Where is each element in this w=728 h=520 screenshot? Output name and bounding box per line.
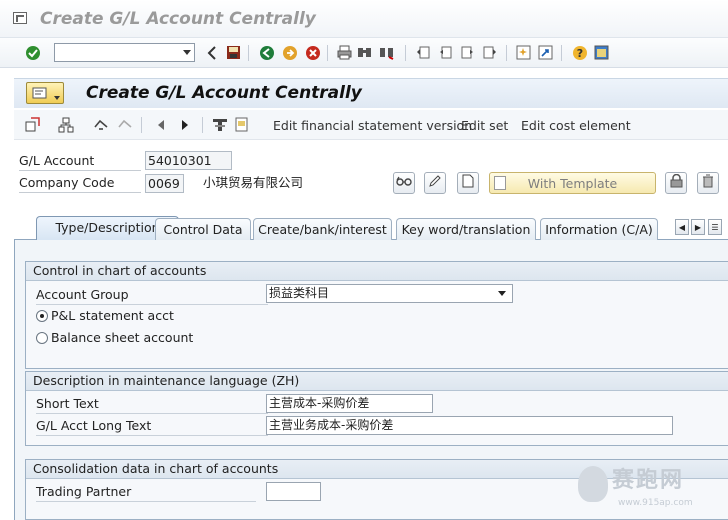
description-group-title: Description in maintenance language (ZH) [26, 372, 728, 391]
toolbar-separator [506, 45, 507, 61]
new-document-icon [462, 174, 474, 192]
window-menu-icon[interactable] [13, 12, 27, 24]
application-toolbar: Edit financial statement version Edit se… [14, 110, 728, 140]
system-toolbar: ? [0, 38, 728, 68]
lock-icon [670, 173, 683, 192]
glasses-button[interactable] [393, 172, 415, 194]
short-text-label: Short Text [36, 394, 268, 414]
lock-button[interactable] [665, 172, 687, 194]
chevron-down-icon[interactable] [498, 291, 506, 296]
edit-cost-element-button[interactable]: Edit cost element [521, 118, 631, 133]
screen-title: Create G/L Account Centrally [86, 83, 362, 103]
edit-set-button[interactable]: Edit set [461, 118, 508, 133]
glasses-icon [396, 175, 412, 191]
find-icon[interactable] [356, 44, 373, 61]
where-used-icon[interactable] [116, 116, 133, 133]
tab-key-word-translation[interactable]: Key word/translation [396, 218, 536, 240]
edit-fs-version-button[interactable]: Edit financial statement version [273, 118, 472, 133]
pl-statement-radio[interactable]: P&L statement acct [36, 307, 174, 325]
tab-list-button[interactable]: ☰ [708, 219, 722, 235]
radio-selected-icon [36, 310, 48, 322]
chevron-down-icon [54, 96, 60, 100]
shortcut-icon[interactable] [537, 44, 554, 61]
cancel-icon[interactable] [304, 44, 321, 61]
gl-account-label: G/L Account [19, 151, 141, 171]
tab-control-data[interactable]: Control Data [155, 218, 251, 240]
delete-button[interactable] [697, 172, 719, 194]
svg-text:?: ? [576, 47, 582, 60]
create-button[interactable] [457, 172, 479, 194]
display-change-icon[interactable] [24, 116, 41, 133]
company-code-field[interactable]: 0069 [145, 174, 184, 193]
back-green-icon[interactable] [258, 44, 275, 61]
long-text-field[interactable]: 主营业务成本-采购价差 [266, 416, 673, 435]
hierarchy-icon[interactable] [57, 116, 74, 133]
with-template-label: With Template [527, 176, 618, 191]
toolbar-separator [327, 45, 328, 61]
screen-menu-button[interactable] [26, 82, 64, 104]
screen-header: Create G/L Account Centrally [14, 78, 728, 108]
exit-icon[interactable] [281, 44, 298, 61]
previous-page-icon[interactable] [437, 44, 454, 61]
trash-icon [702, 174, 714, 192]
chevron-down-icon[interactable] [183, 50, 191, 55]
enter-icon[interactable] [24, 44, 41, 61]
with-template-button[interactable]: With Template [489, 172, 656, 194]
balance-sheet-label: Balance sheet account [51, 330, 194, 345]
first-page-icon[interactable] [415, 44, 432, 61]
edit-fs-version-icon[interactable] [211, 116, 228, 133]
tab-create-bank-interest[interactable]: Create/bank/interest [253, 218, 392, 240]
gl-account-field[interactable]: 54010301 [145, 151, 232, 170]
last-page-icon[interactable] [481, 44, 498, 61]
save-icon[interactable] [225, 44, 242, 61]
company-code-label: Company Code [19, 173, 141, 193]
balance-sheet-radio[interactable]: Balance sheet account [36, 329, 193, 347]
next-icon[interactable] [176, 116, 193, 133]
toolbar-separator [405, 45, 406, 61]
control-group: Control in chart of accounts Account Gro… [25, 261, 728, 369]
control-group-title: Control in chart of accounts [26, 262, 728, 281]
tab-scroll-right-button[interactable]: ▶ [691, 219, 705, 235]
next-page-icon[interactable] [459, 44, 476, 61]
find-next-icon[interactable] [378, 44, 395, 61]
toolbar-separator [561, 45, 562, 61]
edit-button[interactable] [424, 172, 446, 194]
menu-icon [32, 86, 48, 103]
trading-partner-field[interactable] [266, 482, 321, 501]
print-icon[interactable] [336, 44, 353, 61]
watermark: 赛跑网 www.915ap.com [576, 462, 726, 516]
account-group-label: Account Group [36, 285, 268, 305]
toolbar-separator [202, 117, 203, 133]
back-icon[interactable] [203, 44, 220, 61]
window-title: Create G/L Account Centrally [40, 9, 316, 29]
pl-statement-label: P&L statement acct [51, 308, 174, 323]
document-icon[interactable] [233, 116, 250, 133]
description-group: Description in maintenance language (ZH)… [25, 371, 728, 446]
account-group-value: 损益类科目 [269, 286, 330, 300]
watermark-logo-icon [578, 466, 608, 502]
tab-strip: Type/Description Control Data Create/ban… [14, 216, 728, 241]
short-text-field[interactable]: 主营成本-采购价差 [266, 394, 433, 413]
toolbar-separator [141, 117, 142, 133]
tab-scroll-left-button[interactable]: ◀ [675, 219, 689, 235]
account-group-select[interactable]: 损益类科目 [266, 284, 513, 303]
change-document-icon[interactable] [92, 116, 109, 133]
new-session-icon[interactable] [515, 44, 532, 61]
radio-unselected-icon [36, 332, 48, 344]
trading-partner-label: Trading Partner [36, 482, 256, 502]
toolbar-separator [248, 45, 249, 61]
customize-layout-icon[interactable] [593, 44, 610, 61]
watermark-text: 赛跑网 [612, 468, 685, 493]
tab-information-ca[interactable]: Information (C/A) [540, 218, 658, 240]
command-field[interactable] [54, 43, 195, 62]
long-text-label: G/L Acct Long Text [36, 416, 268, 436]
watermark-url: www.915ap.com [618, 498, 693, 508]
help-icon[interactable]: ? [571, 44, 588, 61]
company-name: 小琪贸易有限公司 [203, 175, 304, 190]
pencil-icon [428, 174, 442, 192]
previous-icon[interactable] [152, 116, 169, 133]
window-title-bar: Create G/L Account Centrally [0, 0, 728, 38]
